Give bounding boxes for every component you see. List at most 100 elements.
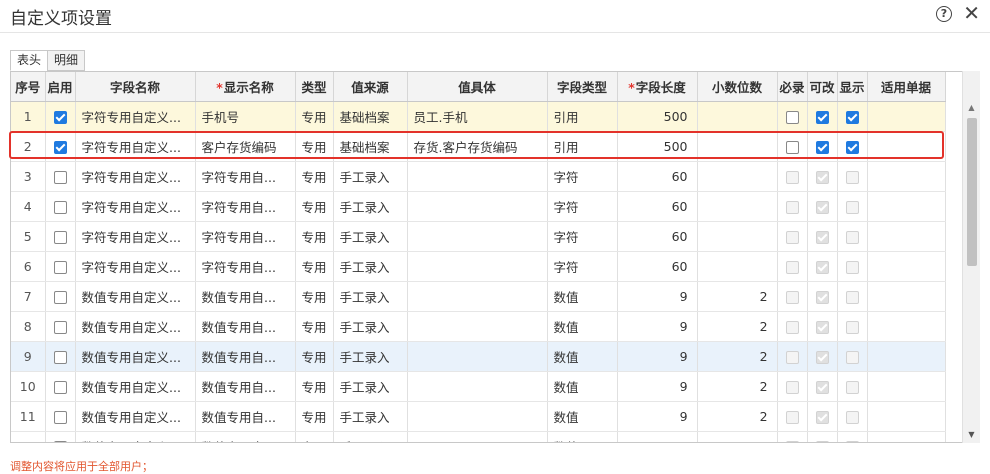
source-cell[interactable]: 手工录入 [333, 251, 408, 282]
source-cell[interactable]: 手工录入 [333, 281, 408, 312]
length-cell[interactable]: 9 [617, 281, 698, 312]
table-row[interactable]: 9 数值专用自定义... 数值专用自... 专用 手工录入 数值 9 2 [11, 341, 946, 372]
display-name-cell[interactable]: 数值专用自... [195, 431, 296, 442]
applicable-docs-cell[interactable] [867, 101, 946, 132]
applicable-docs-cell[interactable] [867, 371, 946, 402]
column-header-visible[interactable]: 显示 [837, 72, 868, 102]
source-cell[interactable]: 基础档案 [333, 131, 408, 162]
editable-checkbox[interactable] [815, 110, 829, 124]
table-row[interactable]: 3 字符专用自定义... 字符专用自... 专用 手工录入 字符 60 [11, 161, 946, 192]
table-row[interactable]: 11 数值专用自定义... 数值专用自... 专用 手工录入 数值 9 2 [11, 401, 946, 432]
table-row[interactable]: 12 数值专用自定义...数值专用自...专用手工录入 数值92 [11, 431, 946, 442]
table-row[interactable]: 2 字符专用自定义... 客户存货编码 专用 基础档案 存货.客户存货编码 引用 500 [11, 131, 946, 162]
decimals-cell[interactable]: 2 [697, 341, 778, 372]
column-header-display-name[interactable]: *显示名称 [195, 72, 296, 102]
display-name-cell[interactable]: 字符专用自... [195, 251, 296, 282]
decimals-cell[interactable] [697, 221, 778, 252]
source-cell[interactable]: 手工录入 [333, 341, 408, 372]
display-name-cell[interactable]: 字符专用自... [195, 191, 296, 222]
source-value-cell[interactable] [407, 191, 548, 222]
applicable-docs-cell[interactable] [867, 341, 946, 372]
scroll-thumb[interactable] [967, 118, 977, 266]
column-header-applicable[interactable]: 适用单据 [867, 72, 946, 102]
length-cell[interactable]: 60 [617, 161, 698, 192]
source-cell[interactable]: 手工录入 [333, 431, 408, 442]
enabled-checkbox[interactable] [53, 410, 67, 424]
column-header-source[interactable]: 值来源 [333, 72, 408, 102]
source-value-cell[interactable] [407, 431, 548, 442]
source-value-cell[interactable] [407, 161, 548, 192]
decimals-cell[interactable] [697, 251, 778, 282]
applicable-docs-cell[interactable] [867, 251, 946, 282]
column-header-decimals[interactable]: 小数位数 [697, 72, 778, 102]
table-row[interactable]: 5 字符专用自定义... 字符专用自... 专用 手工录入 字符 60 [11, 221, 946, 252]
source-value-cell[interactable]: 员工.手机 [407, 101, 548, 132]
display-name-cell[interactable]: 数值专用自... [195, 311, 296, 342]
table-row[interactable]: 10 数值专用自定义... 数值专用自... 专用 手工录入 数值 9 2 [11, 371, 946, 402]
decimals-cell[interactable]: 2 [697, 371, 778, 402]
length-cell[interactable]: 9 [617, 311, 698, 342]
applicable-docs-cell[interactable] [867, 221, 946, 252]
decimals-cell[interactable]: 2 [697, 311, 778, 342]
table-row[interactable]: 4 字符专用自定义... 字符专用自... 专用 手工录入 字符 60 [11, 191, 946, 222]
source-value-cell[interactable] [407, 371, 548, 402]
editable-checkbox[interactable] [815, 140, 829, 154]
decimals-cell[interactable] [697, 131, 778, 162]
source-value-cell[interactable] [407, 221, 548, 252]
decimals-cell[interactable] [697, 161, 778, 192]
length-cell[interactable]: 60 [617, 221, 698, 252]
column-header-seq[interactable]: 序号 [11, 72, 46, 102]
source-cell[interactable]: 基础档案 [333, 101, 408, 132]
table-row[interactable]: 8 数值专用自定义... 数值专用自... 专用 手工录入 数值 9 2 [11, 311, 946, 342]
decimals-cell[interactable] [697, 191, 778, 222]
applicable-docs-cell[interactable] [867, 281, 946, 312]
enabled-checkbox[interactable] [53, 110, 67, 124]
source-value-cell[interactable] [407, 281, 548, 312]
decimals-cell[interactable]: 2 [697, 431, 778, 442]
source-cell[interactable]: 手工录入 [333, 311, 408, 342]
source-cell[interactable]: 手工录入 [333, 161, 408, 192]
length-cell[interactable]: 60 [617, 191, 698, 222]
display-name-cell[interactable]: 数值专用自... [195, 401, 296, 432]
column-header-field-name[interactable]: 字段名称 [75, 72, 196, 102]
enabled-checkbox[interactable] [53, 260, 67, 274]
table-row[interactable]: 1 字符专用自定义... 手机号 专用 基础档案 员工.手机 引用 500 [11, 101, 946, 132]
table-row[interactable]: 7 数值专用自定义... 数值专用自... 专用 手工录入 数值 9 2 [11, 281, 946, 312]
column-header-source-value[interactable]: 值具体 [407, 72, 548, 102]
enabled-checkbox[interactable] [53, 440, 67, 442]
source-cell[interactable]: 手工录入 [333, 371, 408, 402]
display-name-cell[interactable]: 数值专用自... [195, 371, 296, 402]
column-header-field-type[interactable]: 字段类型 [547, 72, 618, 102]
enabled-checkbox[interactable] [53, 230, 67, 244]
enabled-checkbox[interactable] [53, 140, 67, 154]
column-header-editable[interactable]: 可改 [807, 72, 838, 102]
column-header-length[interactable]: *字段长度 [617, 72, 698, 102]
decimals-cell[interactable]: 2 [697, 401, 778, 432]
decimals-cell[interactable] [697, 101, 778, 132]
enabled-checkbox[interactable] [53, 170, 67, 184]
applicable-docs-cell[interactable] [867, 131, 946, 162]
display-name-cell[interactable]: 字符专用自... [195, 221, 296, 252]
source-cell[interactable]: 手工录入 [333, 401, 408, 432]
decimals-cell[interactable]: 2 [697, 281, 778, 312]
tab-details[interactable]: 明细 [47, 50, 86, 71]
source-cell[interactable]: 手工录入 [333, 191, 408, 222]
source-value-cell[interactable] [407, 401, 548, 432]
column-header-enabled[interactable]: 启用 [45, 72, 76, 102]
length-cell[interactable]: 500 [617, 101, 698, 132]
source-value-cell[interactable] [407, 341, 548, 372]
enabled-checkbox[interactable] [53, 290, 67, 304]
scroll-down-arrow-icon[interactable]: ▼ [963, 427, 980, 443]
tab-header[interactable]: 表头 [10, 50, 49, 71]
display-name-cell[interactable]: 数值专用自... [195, 281, 296, 312]
source-cell[interactable]: 手工录入 [333, 221, 408, 252]
enabled-checkbox[interactable] [53, 200, 67, 214]
enabled-checkbox[interactable] [53, 350, 67, 364]
column-header-type[interactable]: 类型 [295, 72, 334, 102]
table-row[interactable]: 6 字符专用自定义... 字符专用自... 专用 手工录入 字符 60 [11, 251, 946, 282]
display-name-cell[interactable]: 手机号 [195, 101, 296, 132]
applicable-docs-cell[interactable] [867, 401, 946, 432]
required-checkbox[interactable] [785, 110, 799, 124]
applicable-docs-cell[interactable] [867, 191, 946, 222]
display-name-cell[interactable]: 客户存货编码 [195, 131, 296, 162]
